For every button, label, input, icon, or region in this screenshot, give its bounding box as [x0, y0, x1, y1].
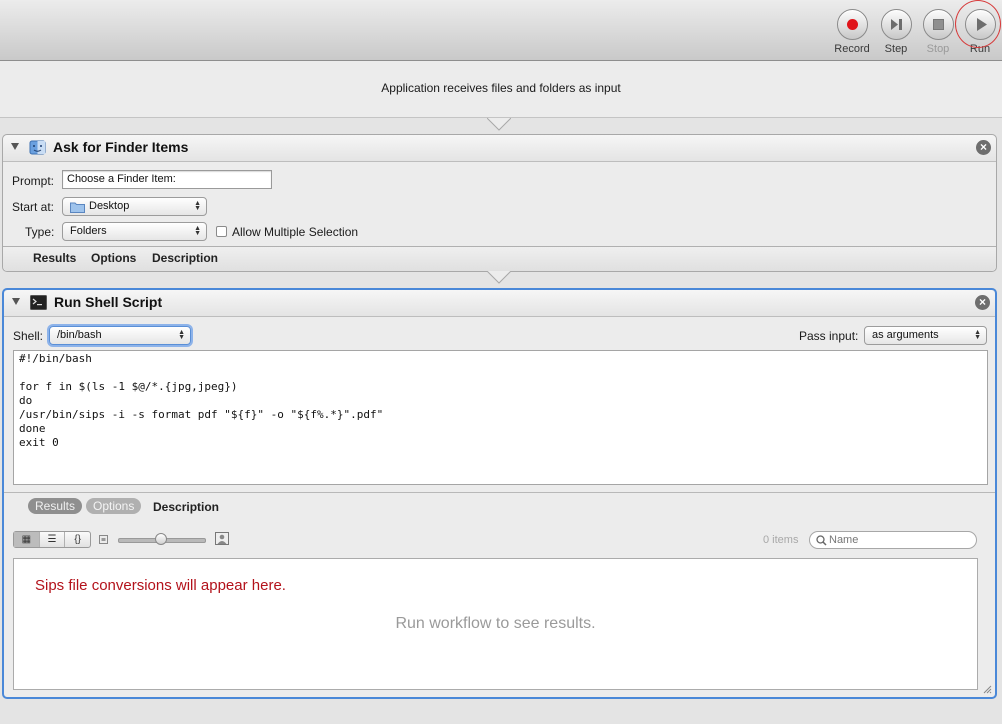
view-mode-segmented[interactable]: ▦ ☰ {}	[13, 531, 91, 548]
type-value: Folders	[70, 225, 107, 237]
prompt-label: Prompt:	[12, 174, 55, 188]
prompt-field[interactable]: Choose a Finder Item:	[62, 170, 272, 189]
code-view-icon[interactable]: {}	[65, 532, 90, 547]
close-icon[interactable]: ×	[976, 140, 991, 155]
start-at-value: Desktop	[89, 200, 130, 212]
shell-popup[interactable]: /bin/bash ▲ ▼	[49, 326, 191, 345]
pass-input-label: Pass input:	[799, 329, 859, 343]
action-title: Ask for Finder Items	[53, 139, 189, 155]
connector-arrow-icon	[487, 271, 511, 284]
type-popup[interactable]: Folders ▲ ▼	[62, 222, 207, 241]
tab-description[interactable]: Description	[152, 251, 218, 265]
ask-for-finder-items-action[interactable]: Ask for Finder Items × Prompt: Choose a …	[2, 134, 997, 272]
terminal-icon	[30, 295, 47, 310]
action-header[interactable]: Ask for Finder Items ×	[3, 135, 996, 162]
popup-arrows-icon: ▲ ▼	[194, 200, 201, 212]
shell-value: /bin/bash	[57, 329, 102, 341]
grid-view-icon[interactable]: ▦	[14, 532, 40, 547]
section-divider	[4, 492, 995, 493]
action-title: Run Shell Script	[54, 294, 163, 310]
step-label: Step	[884, 43, 908, 55]
step-icon	[880, 9, 912, 40]
folder-icon	[70, 202, 85, 213]
tab-options[interactable]: Options	[91, 251, 136, 265]
close-icon[interactable]: ×	[975, 295, 990, 310]
record-button[interactable]: Record	[829, 9, 875, 55]
tab-options[interactable]: Options	[86, 498, 142, 514]
workflow-toolbar: Record Step Stop Run	[0, 0, 1002, 61]
allow-multiple-label: Allow Multiple Selection	[232, 225, 359, 239]
start-at-label: Start at:	[12, 200, 55, 214]
pass-input-popup[interactable]: as arguments ▲ ▼	[864, 326, 987, 345]
popup-arrows-icon: ▲ ▼	[974, 329, 981, 341]
stop-label: Stop	[926, 43, 950, 55]
pass-input-value: as arguments	[872, 329, 939, 341]
tab-results[interactable]: Results	[28, 498, 83, 514]
disclosure-triangle-icon[interactable]	[12, 298, 20, 305]
large-image-icon	[215, 532, 229, 545]
record-icon	[836, 9, 868, 40]
stop-button[interactable]: Stop	[915, 9, 961, 55]
popup-arrows-icon: ▲ ▼	[178, 329, 185, 341]
connector-arrow-icon	[487, 118, 511, 131]
tab-results[interactable]: Results	[33, 251, 76, 265]
run-highlight-ring	[955, 0, 1001, 48]
allow-multiple-checkbox[interactable]	[216, 226, 227, 237]
slider-knob[interactable]	[155, 533, 167, 545]
popup-arrows-icon: ▲ ▼	[194, 225, 201, 237]
action-footer-tabs: Results Options Description	[3, 246, 996, 271]
resize-grip-icon[interactable]	[982, 684, 992, 694]
workflow-area: Application receives files and folders a…	[0, 61, 1002, 724]
results-annotation: Sips file conversions will appear here.	[35, 577, 286, 594]
record-label: Record	[834, 43, 870, 55]
type-label: Type:	[25, 225, 55, 239]
start-at-popup[interactable]: Desktop ▲ ▼	[62, 197, 207, 216]
finder-icon	[29, 140, 46, 155]
list-view-icon[interactable]: ☰	[40, 532, 66, 547]
script-editor[interactable]: #!/bin/bash for f in $(ls -1 $@/*.{jpg,j…	[13, 350, 988, 485]
step-button[interactable]: Step	[873, 9, 919, 55]
results-view[interactable]: Sips file conversions will appear here. …	[13, 558, 978, 690]
action-header[interactable]: Run Shell Script ×	[4, 290, 995, 317]
results-empty-message: Run workflow to see results.	[395, 615, 596, 632]
search-placeholder: Name	[829, 534, 859, 546]
small-image-icon	[99, 535, 108, 544]
tab-description[interactable]: Description	[153, 500, 219, 514]
search-icon	[816, 535, 827, 546]
item-count: 0 items	[763, 534, 799, 546]
search-input[interactable]: Name	[809, 531, 977, 549]
shell-label: Shell:	[13, 329, 44, 343]
disclosure-triangle-icon[interactable]	[11, 143, 19, 150]
run-shell-script-action[interactable]: Run Shell Script × Shell: /bin/bash ▲ ▼ P…	[2, 288, 997, 699]
workflow-input-description: Application receives files and folders a…	[0, 61, 1002, 118]
stop-icon	[922, 9, 954, 40]
